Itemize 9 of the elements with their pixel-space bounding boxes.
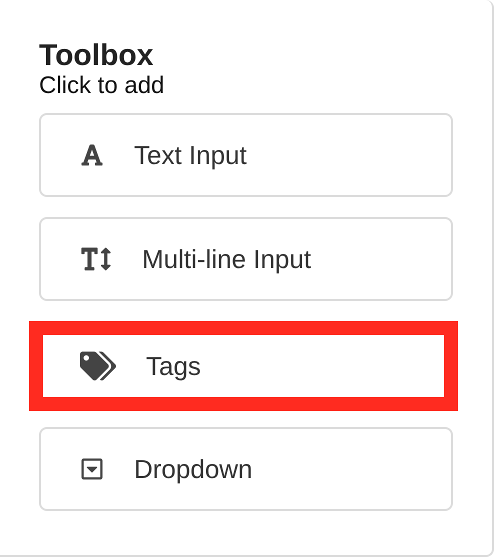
toolbox-item[interactable]: Dropdown: [39, 427, 453, 511]
toolbox-item[interactable]: Multi-line Input: [39, 217, 453, 301]
toolbox-item[interactable]: Tags: [29, 321, 458, 411]
toolbox-title: Toolbox: [39, 40, 154, 72]
font-icon: [80, 143, 104, 167]
tags-icon: [80, 351, 116, 381]
text-height-icon: [80, 246, 112, 272]
toolbox-subtitle: Click to add: [39, 72, 166, 100]
toolbox-item[interactable]: Text Input: [39, 113, 453, 197]
